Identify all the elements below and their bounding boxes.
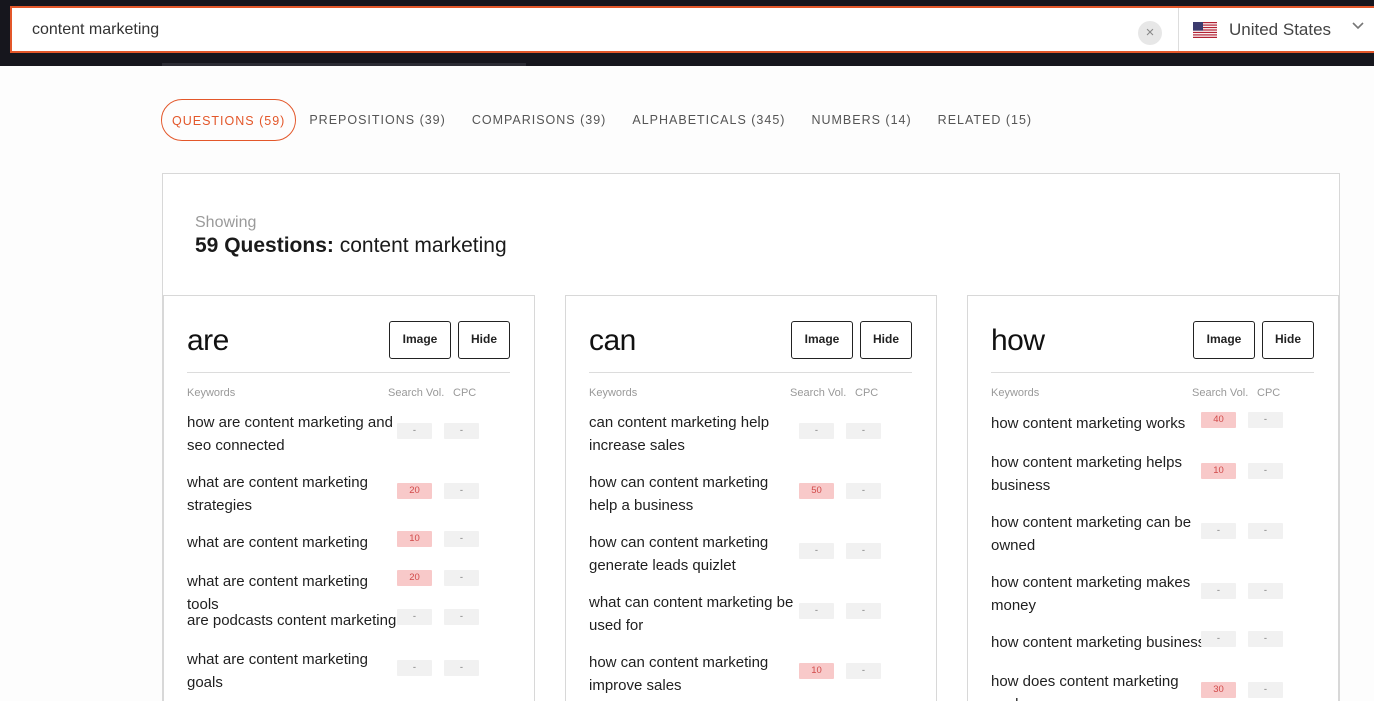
keyword-text: how does content marketing work [991, 673, 1179, 701]
keyword-text: how content marketing helps business [991, 454, 1182, 494]
cpc-badge: - [444, 660, 479, 676]
cpc-badge: - [846, 543, 881, 559]
column-how: how Image Hide Keywords Search Vol. CPC … [967, 295, 1339, 701]
search-volume-header: Search Vol. [1192, 387, 1249, 399]
tab-prepositions[interactable]: PREPOSITIONS (39) [296, 99, 458, 141]
tab-numbers[interactable]: NUMBERS (14) [798, 99, 924, 141]
search-volume-badge: - [799, 423, 834, 439]
search-volume-badge: - [799, 543, 834, 559]
search-volume-header: Search Vol. [790, 387, 847, 399]
search-volume-badge: - [1201, 523, 1236, 539]
cpc-badge: - [1248, 463, 1283, 479]
keyword-text: what are content marketing strategies [187, 474, 368, 514]
keyword-text: how content marketing works [991, 415, 1186, 432]
image-button[interactable]: Image [791, 321, 853, 359]
image-button[interactable]: Image [389, 321, 451, 359]
keyword-text: are podcasts content marketing [187, 612, 397, 629]
keyword-text: how content marketing makes money [991, 574, 1191, 614]
divider [991, 372, 1314, 373]
keywords-header: Keywords [991, 387, 1040, 399]
tab-alphabeticals[interactable]: ALPHABETICALS (345) [619, 99, 798, 141]
top-bar-underline [162, 63, 526, 66]
column-title: can [589, 324, 636, 357]
cpc-badge: - [444, 531, 479, 547]
search-volume-badge: 30 [1201, 682, 1236, 698]
search-volume-badge: 40 [1201, 412, 1236, 428]
country-select[interactable]: United States [1178, 8, 1374, 51]
cpc-badge: - [444, 570, 479, 586]
keyword-text: how can content marketing improve sales [589, 654, 769, 694]
search-volume-badge: 20 [397, 483, 432, 499]
search-volume-badge: - [397, 423, 432, 439]
country-label: United States [1229, 20, 1332, 39]
keyword-text: how can content marketing generate leads… [589, 534, 769, 574]
tab-related[interactable]: RELATED (15) [925, 99, 1045, 141]
keyword-text: how content marketing business [991, 634, 1206, 651]
keywords-header: Keywords [589, 387, 638, 399]
cpc-badge: - [1248, 412, 1283, 428]
search-volume-badge: - [397, 609, 432, 625]
image-button[interactable]: Image [1193, 321, 1255, 359]
hide-button[interactable]: Hide [860, 321, 912, 359]
search-volume-header: Search Vol. [388, 387, 445, 399]
cpc-badge: - [1248, 523, 1283, 539]
results-heading: 59 Questions: content marketing [195, 234, 507, 258]
results-panel: Showing 59 Questions: content marketing … [162, 173, 1340, 701]
cpc-badge: - [444, 483, 479, 499]
keyword-text: what are content marketing [187, 534, 368, 551]
cpc-badge: - [1248, 583, 1283, 599]
cpc-badge: - [846, 663, 881, 679]
cpc-badge: - [1248, 682, 1283, 698]
us-flag-icon [1193, 22, 1217, 38]
tab-questions[interactable]: QUESTIONS (59) [161, 99, 297, 141]
search-volume-badge: - [1201, 583, 1236, 599]
cpc-header: CPC [453, 387, 477, 399]
keyword-text: what are content marketing goals [187, 651, 368, 691]
cpc-badge: - [444, 609, 479, 625]
column-are: are Image Hide Keywords Search Vol. CPC … [163, 295, 535, 701]
search-volume-badge: 10 [1201, 463, 1236, 479]
hide-button[interactable]: Hide [1262, 321, 1314, 359]
search-volume-badge: 50 [799, 483, 834, 499]
search-volume-badge: 10 [397, 531, 432, 547]
keyword-text: how content marketing can be owned [991, 514, 1192, 554]
chevron-down-icon [1351, 18, 1365, 37]
keyword-text: what can content marketing be used for [589, 594, 794, 634]
cpc-badge: - [444, 423, 479, 439]
cpc-badge: - [846, 483, 881, 499]
cpc-header: CPC [1257, 387, 1281, 399]
hide-button[interactable]: Hide [458, 321, 510, 359]
keyword-text: how are content marketing and seo connec… [187, 414, 393, 454]
search-volume-badge: 20 [397, 570, 432, 586]
divider [589, 372, 912, 373]
results-query: content marketing [333, 234, 507, 257]
cpc-header: CPC [855, 387, 879, 399]
cpc-badge: - [846, 423, 881, 439]
showing-label: Showing [195, 214, 257, 231]
column-title: how [991, 324, 1045, 357]
cpc-badge: - [1248, 631, 1283, 647]
search-input[interactable] [32, 8, 1132, 51]
clear-search-icon[interactable]: × [1138, 21, 1162, 45]
column-title: are [187, 324, 229, 357]
keyword-text: how can content marketing help a busines… [589, 474, 769, 514]
column-can: can Image Hide Keywords Search Vol. CPC … [565, 295, 937, 701]
search-volume-badge: - [799, 603, 834, 619]
divider [187, 372, 510, 373]
search-volume-badge: 10 [799, 663, 834, 679]
results-count: 59 Questions: [195, 234, 334, 257]
search-volume-badge: - [1201, 631, 1236, 647]
tab-comparisons[interactable]: COMPARISONS (39) [459, 99, 620, 141]
cpc-badge: - [846, 603, 881, 619]
result-tabs: QUESTIONS (59) PREPOSITIONS (39) COMPARI… [161, 99, 1045, 141]
search-bar: × United States [10, 6, 1374, 53]
keyword-text: can content marketing help increase sale… [589, 414, 770, 454]
keywords-header: Keywords [187, 387, 236, 399]
search-volume-badge: - [397, 660, 432, 676]
